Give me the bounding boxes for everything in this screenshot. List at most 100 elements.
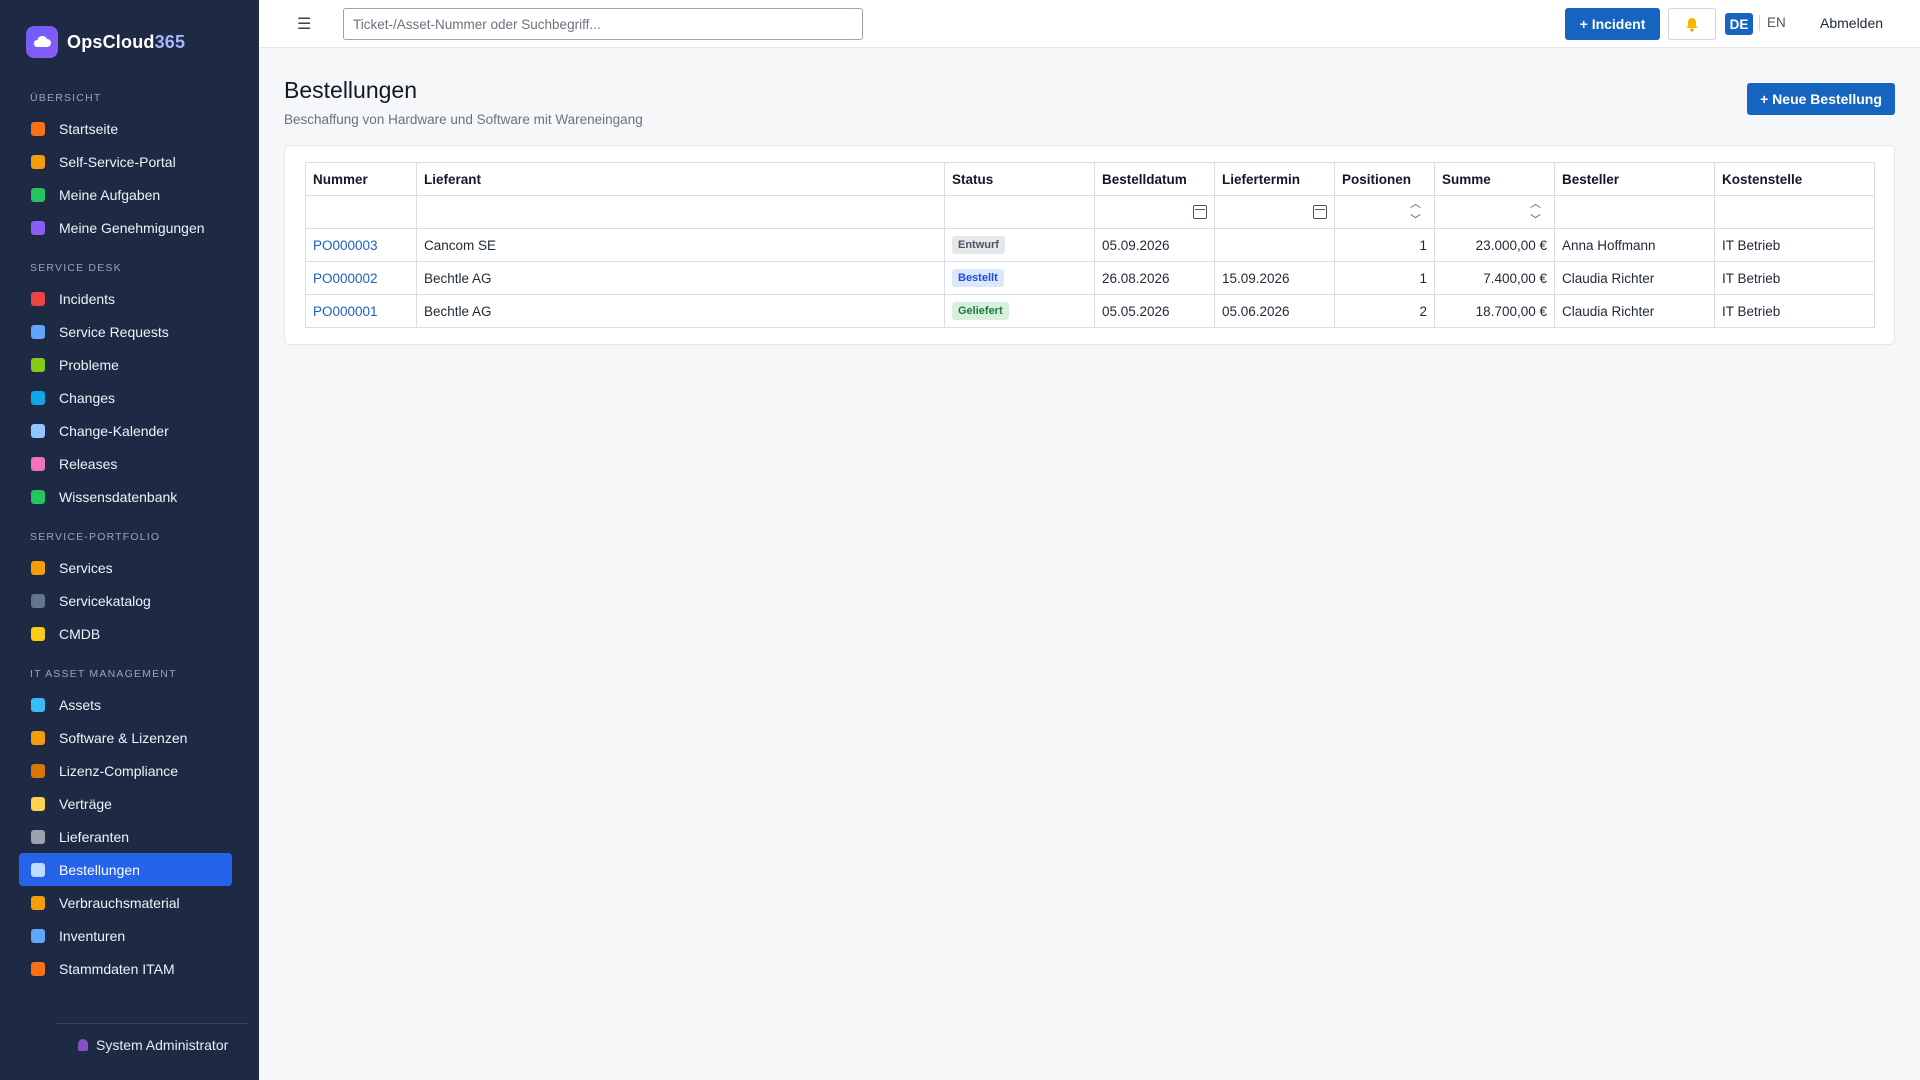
cell-positionen: 2 bbox=[1334, 294, 1435, 328]
sidebar-item-cmdb[interactable]: CMDB bbox=[19, 617, 232, 650]
calendar-icon[interactable] bbox=[1313, 205, 1327, 219]
topbar: ☰ + Incident DE EN Abmelden bbox=[259, 0, 1920, 48]
column-header[interactable]: Bestelldatum bbox=[1094, 162, 1215, 196]
column-header[interactable]: Nummer bbox=[305, 162, 417, 196]
package-icon bbox=[31, 895, 45, 910]
page-title: Bestellungen bbox=[284, 77, 417, 103]
bricks-icon bbox=[31, 961, 45, 976]
filter-besteller[interactable] bbox=[1554, 195, 1715, 229]
number-stepper[interactable]: ︿ ﹀ bbox=[1530, 197, 1544, 228]
table-row[interactable]: PO000003 Cancom SE Entwurf 05.09.2026 1 23.00… bbox=[305, 228, 1875, 262]
menu-toggle-icon[interactable]: ☰ bbox=[297, 14, 311, 34]
rocket-icon bbox=[31, 456, 45, 471]
table-row[interactable]: PO000002 Bechtle AG Bestellt 26.08.2026 15.0… bbox=[305, 261, 1875, 295]
sidebar-item-label: Changes bbox=[59, 389, 116, 406]
sidebar-item-label: Self-Service-Portal bbox=[59, 153, 176, 170]
table-row[interactable]: PO000001 Bechtle AG Geliefert 05.05.2026 05.… bbox=[305, 294, 1875, 328]
cell-status: Entwurf bbox=[944, 228, 1095, 262]
search-input[interactable] bbox=[343, 8, 863, 40]
sidebar-item-bestellungen[interactable]: Bestellungen bbox=[19, 853, 232, 886]
cell-liefertermin: 05.06.2026 bbox=[1214, 294, 1335, 328]
sidebar-user[interactable]: System Administrator bbox=[78, 1037, 228, 1053]
sidebar-item-label: Services bbox=[59, 559, 113, 576]
column-header[interactable]: Summe bbox=[1434, 162, 1555, 196]
calendar-icon[interactable] bbox=[1193, 205, 1207, 219]
chevron-up-icon[interactable]: ︿ bbox=[1410, 199, 1421, 210]
cell-besteller: Claudia Richter bbox=[1554, 294, 1715, 328]
sidebar-item-incidents[interactable]: Incidents bbox=[19, 282, 232, 315]
column-header[interactable]: Besteller bbox=[1554, 162, 1715, 196]
user-icon bbox=[78, 1039, 88, 1051]
sidebar-item-services[interactable]: Services bbox=[19, 551, 232, 584]
bell-icon bbox=[1686, 17, 1698, 32]
column-header[interactable]: Status bbox=[944, 162, 1095, 196]
filter-bestelldatum[interactable] bbox=[1094, 195, 1215, 229]
sidebar-item-meine-genehmigungen[interactable]: Meine Genehmigungen bbox=[19, 211, 232, 244]
sidebar-item-label: Verbrauchsmaterial bbox=[59, 894, 180, 911]
sidebar-item-changes[interactable]: Changes bbox=[19, 381, 232, 414]
cell-lieferant: Cancom SE bbox=[416, 228, 945, 262]
sidebar-item-label: Startseite bbox=[59, 120, 119, 137]
sidebar-item-meine-aufgaben[interactable]: Meine Aufgaben bbox=[19, 178, 232, 211]
sidebar-section-title: ÜBERSICHT bbox=[30, 92, 102, 104]
sidebar-item-self-service-portal[interactable]: Self-Service-Portal bbox=[19, 145, 232, 178]
sidebar-item-label: Incidents bbox=[59, 290, 116, 307]
filter-positionen[interactable]: ︿ ﹀ bbox=[1334, 195, 1435, 229]
folder-icon bbox=[31, 626, 45, 641]
sidebar-item-service-requests[interactable]: Service Requests bbox=[19, 315, 232, 348]
column-header[interactable]: Liefertermin bbox=[1214, 162, 1335, 196]
chevron-down-icon[interactable]: ﹀ bbox=[1530, 215, 1541, 226]
sidebar: OpsCloud365 ÜBERSICHT Startseite Self-Serv… bbox=[0, 0, 259, 1080]
cell-nummer[interactable]: PO000002 bbox=[305, 261, 417, 295]
books-icon bbox=[31, 489, 45, 504]
cell-nummer[interactable]: PO000003 bbox=[305, 228, 417, 262]
column-header[interactable]: Kostenstelle bbox=[1714, 162, 1875, 196]
user-name: System Administrator bbox=[96, 1037, 229, 1053]
sidebar-item-lieferanten[interactable]: Lieferanten bbox=[19, 820, 232, 853]
sidebar-item-label: Probleme bbox=[59, 356, 119, 373]
puzzle-icon bbox=[31, 357, 45, 372]
sidebar-item-label: Bestellungen bbox=[59, 861, 140, 878]
new-order-button[interactable]: + Neue Bestellung bbox=[1747, 83, 1895, 115]
sidebar-item-probleme[interactable]: Probleme bbox=[19, 348, 232, 381]
sidebar-item-inventuren[interactable]: Inventuren bbox=[19, 919, 232, 952]
cell-nummer[interactable]: PO000001 bbox=[305, 294, 417, 328]
cell-summe: 18.700,00 € bbox=[1434, 294, 1555, 328]
filter-liefertermin[interactable] bbox=[1214, 195, 1335, 229]
sidebar-item-assets[interactable]: Assets bbox=[19, 688, 232, 721]
new-incident-button[interactable]: + Incident bbox=[1565, 8, 1660, 40]
cell-lieferant: Bechtle AG bbox=[416, 261, 945, 295]
lang-en-button[interactable]: EN bbox=[1767, 15, 1786, 30]
sidebar-item-lizenz-compliance[interactable]: Lizenz-Compliance bbox=[19, 754, 232, 787]
order-number-link[interactable]: PO000003 bbox=[313, 238, 378, 253]
brand[interactable]: OpsCloud365 bbox=[0, 0, 259, 84]
chevron-up-icon[interactable]: ︿ bbox=[1530, 199, 1541, 210]
order-number-link[interactable]: PO000002 bbox=[313, 271, 378, 286]
filter-kostenstelle[interactable] bbox=[1714, 195, 1875, 229]
sidebar-item-stammdaten-itam[interactable]: Stammdaten ITAM bbox=[19, 952, 232, 985]
number-stepper[interactable]: ︿ ﹀ bbox=[1410, 197, 1424, 228]
column-header[interactable]: Lieferant bbox=[416, 162, 945, 196]
sidebar-divider bbox=[55, 1023, 249, 1024]
column-header[interactable]: Positionen bbox=[1334, 162, 1435, 196]
filter-nummer[interactable] bbox=[305, 195, 417, 229]
sidebar-item-verbrauchsmaterial[interactable]: Verbrauchsmaterial bbox=[19, 886, 232, 919]
sidebar-item-servicekatalog[interactable]: Servicekatalog bbox=[19, 584, 232, 617]
sidebar-item-wissensdatenbank[interactable]: Wissensdatenbank bbox=[19, 480, 232, 513]
siren-icon bbox=[31, 291, 45, 306]
person-icon bbox=[31, 154, 45, 169]
order-number-link[interactable]: PO000001 bbox=[313, 304, 378, 319]
sidebar-item-software-lizenzen[interactable]: Software & Lizenzen bbox=[19, 721, 232, 754]
sidebar-item-change-kalender[interactable]: Change-Kalender bbox=[19, 414, 232, 447]
filter-summe[interactable]: ︿ ﹀ bbox=[1434, 195, 1555, 229]
notifications-button[interactable] bbox=[1668, 8, 1716, 40]
logout-link[interactable]: Abmelden bbox=[1820, 15, 1883, 31]
lang-de-button[interactable]: DE bbox=[1725, 13, 1753, 35]
sidebar-item-verträge[interactable]: Verträge bbox=[19, 787, 232, 820]
sidebar-item-releases[interactable]: Releases bbox=[19, 447, 232, 480]
filter-status[interactable] bbox=[944, 195, 1095, 229]
filter-lieferant[interactable] bbox=[416, 195, 945, 229]
chevron-down-icon[interactable]: ﹀ bbox=[1410, 215, 1421, 226]
sidebar-item-startseite[interactable]: Startseite bbox=[19, 112, 232, 145]
cell-bestelldatum: 05.09.2026 bbox=[1094, 228, 1215, 262]
